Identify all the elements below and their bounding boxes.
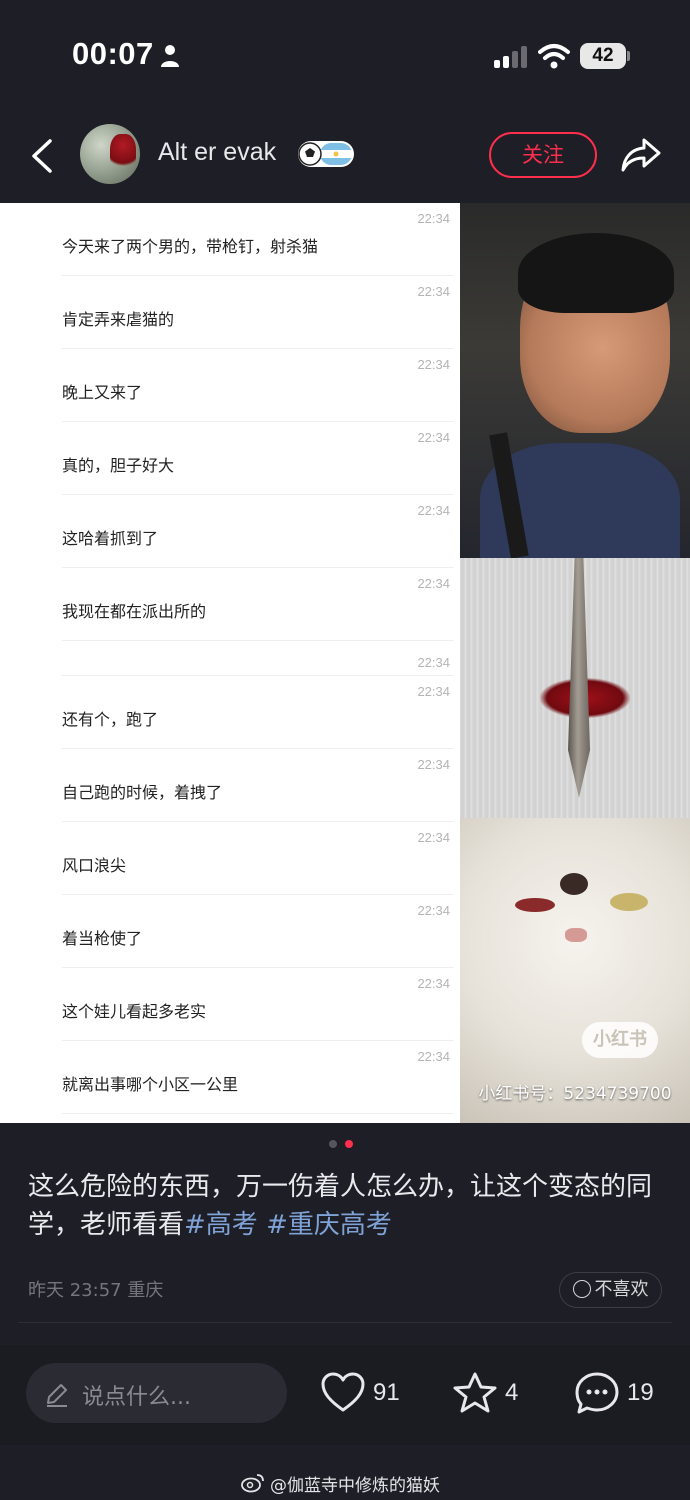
battery-icon: 42	[580, 43, 630, 69]
chat-message: 22:34 今天来了两个男的，带枪钉，射杀猫	[62, 203, 454, 276]
share-arrow-icon[interactable]	[620, 136, 662, 174]
photo-suspect	[460, 203, 690, 558]
chat-message: 22:34 肯定弄来虐猫的	[62, 276, 454, 349]
status-time: 00:07	[72, 36, 154, 71]
person-icon	[161, 45, 179, 67]
xiaohongshu-id: 小红书号：5234739700	[478, 1084, 672, 1104]
chat-message-text: 风口浪尖	[62, 856, 127, 875]
heart-icon	[321, 1372, 365, 1412]
chat-message-text: 肯定弄来虐猫的	[62, 310, 175, 329]
battery-tip	[627, 51, 630, 61]
favorite-button[interactable]: 4	[452, 1371, 532, 1415]
hashtag-gaokao[interactable]: #高考	[184, 1210, 258, 1240]
comments-button[interactable]: 19	[574, 1371, 664, 1415]
weibo-watermark: @伽蓝寺中修炼的猫妖	[270, 1476, 440, 1496]
avatar[interactable]	[80, 124, 140, 184]
chat-message: 22:34 就离出事哪个小区一公里	[62, 1041, 454, 1114]
star-icon	[453, 1372, 497, 1413]
comment-input[interactable]: 说点什么...	[26, 1363, 287, 1423]
chat-message-time: 22:34	[417, 211, 450, 226]
favorite-count: 4	[505, 1379, 519, 1406]
divider	[18, 1322, 672, 1323]
hashtag-chongqing-gaokao[interactable]: #重庆高考	[266, 1210, 392, 1240]
photo-nail-shape	[568, 558, 590, 798]
carousel-dot-2-active[interactable]	[345, 1140, 353, 1148]
comment-count: 19	[627, 1379, 654, 1406]
neutral-face-icon	[572, 1280, 591, 1298]
chat-message: 22:34 真的，胆子好大	[62, 422, 454, 495]
chat-message-time: 22:34	[417, 1049, 450, 1064]
chat-message-time: 22:34	[417, 830, 450, 845]
chat-message: 22:34 这个娃儿看起多老实	[62, 968, 454, 1041]
chat-message-time: 22:34	[417, 576, 450, 591]
chat-message-text: 这哈着抓到了	[62, 529, 159, 548]
chat-message-text: 今天来了两个男的，带枪钉，射杀猫	[62, 237, 319, 256]
avatar-flower	[110, 134, 136, 172]
battery-level: 42	[580, 43, 626, 69]
chat-message-text: 自己跑的时候，着拽了	[62, 783, 223, 802]
chat-message-time: 22:34	[417, 284, 450, 299]
chat-message-time: 22:34	[417, 503, 450, 518]
chat-message-time: 22:34	[417, 655, 450, 670]
chat-message-text: 着当枪使了	[62, 929, 143, 948]
photo-nail	[460, 558, 690, 818]
chevron-left-icon[interactable]	[28, 138, 56, 174]
signal-icon	[494, 46, 527, 68]
dislike-button[interactable]: 不喜欢	[559, 1272, 662, 1308]
pencil-icon	[47, 1384, 67, 1407]
photo-cat-eye-left	[515, 898, 555, 912]
follow-button[interactable]: 关注	[489, 132, 597, 178]
chat-message-text: 我现在都在派出所的	[62, 602, 207, 621]
like-count: 91	[373, 1379, 400, 1406]
chat-message: 22:34 晚上又来了	[62, 349, 454, 422]
dislike-label: 不喜欢	[594, 1279, 649, 1300]
photo-cat-nose	[565, 928, 587, 942]
post-header: Alt er evak 关注	[0, 110, 690, 202]
chat-message-text: 这个娃儿看起多老实	[62, 1002, 207, 1021]
post-meta: 昨天 23:57 重庆	[28, 1280, 164, 1301]
status-bar: 00:07 42	[0, 0, 690, 110]
photo-collage: 小红书 小红书号：5234739700	[460, 203, 690, 1123]
carousel-dot-1[interactable]	[329, 1140, 337, 1148]
comment-placeholder: 说点什么...	[82, 1385, 191, 1410]
carousel-indicator	[329, 1140, 359, 1150]
like-button[interactable]: 91	[320, 1371, 410, 1415]
wifi-icon	[538, 44, 570, 69]
chat-message-time: 22:34	[417, 903, 450, 918]
chat-message-time: 22:34	[417, 684, 450, 699]
photo-injured-cat	[460, 818, 690, 1123]
username[interactable]: Alt er evak	[158, 138, 276, 167]
chat-message-text: 晚上又来了	[62, 383, 143, 402]
soccer-argentina-badge-icon	[298, 141, 354, 167]
chat-message: 22:34 自己跑的时候，着拽了	[62, 749, 454, 822]
post-caption: 这么危险的东西，万一伤着人怎么办，让这个变态的同学，老师看看#高考 #重庆高考	[28, 1168, 668, 1244]
chat-message: 22:34	[62, 641, 454, 676]
post-media-carousel[interactable]: 22:34 今天来了两个男的，带枪钉，射杀猫 22:34 肯定弄来虐猫的 22:34 晚上…	[0, 203, 690, 1123]
chat-message-text: 还有个，跑了	[62, 710, 159, 729]
photo-cat-wound	[560, 873, 588, 895]
chat-message-time: 22:34	[417, 357, 450, 372]
bottom-action-bar: 说点什么... 91 4 19	[0, 1345, 690, 1445]
chat-message-text: 真的，胆子好大	[62, 456, 175, 475]
chat-message: 22:34 风口浪尖	[62, 822, 454, 895]
weibo-icon	[241, 1474, 264, 1493]
xiaohongshu-logo: 小红书	[582, 1022, 658, 1058]
photo-cat-eye-right	[610, 893, 648, 911]
chat-message: 22:34 这哈着抓到了	[62, 495, 454, 568]
chat-message-text: 就离出事哪个小区一公里	[62, 1075, 239, 1094]
chat-message-time: 22:34	[417, 430, 450, 445]
chat-message: 22:34 我现在都在派出所的	[62, 568, 454, 641]
chat-message: 22:34 着当枪使了	[62, 895, 454, 968]
comment-bubble-icon	[575, 1372, 619, 1414]
chat-message-time: 22:34	[417, 976, 450, 991]
chat-screenshot: 22:34 今天来了两个男的，带枪钉，射杀猫 22:34 肯定弄来虐猫的 22:34 晚上…	[0, 203, 460, 1123]
photo-hair	[518, 233, 674, 313]
chat-message-time: 22:34	[417, 757, 450, 772]
chat-message: 22:34 还有个，跑了	[62, 676, 454, 749]
